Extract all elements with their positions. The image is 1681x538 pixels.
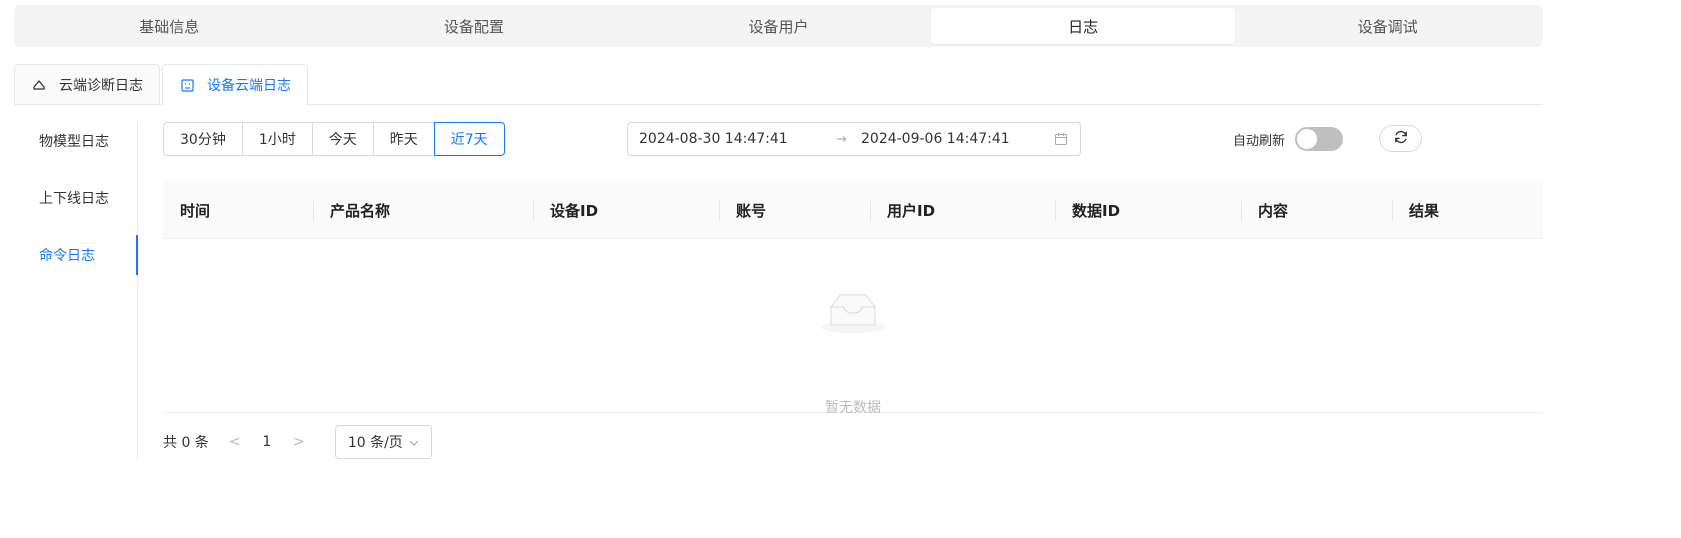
column-divider [313, 201, 314, 221]
auto-refresh-toggle[interactable] [1295, 127, 1343, 151]
auto-refresh-label: 自动刷新 [1233, 134, 1286, 149]
column-divider [533, 201, 534, 221]
total-count: 共 0 条 [163, 435, 209, 451]
tab-basic-info[interactable]: 基础信息 [17, 8, 322, 44]
next-page-button[interactable]: > [283, 434, 315, 450]
tab-device-cloud-log[interactable]: 设备云端日志 [162, 64, 308, 106]
refresh-button[interactable] [1379, 125, 1422, 152]
range-30min-button[interactable]: 30分钟 [163, 122, 243, 156]
column-header-device-id: 设备ID [550, 202, 599, 220]
chevron-down-icon [409, 436, 419, 449]
range-yesterday-button[interactable]: 昨天 [372, 122, 435, 156]
side-item-thing-model-log[interactable]: 物模型日志 [14, 121, 137, 161]
column-header-account: 账号 [736, 202, 767, 220]
date-start-input[interactable]: 2024-08-30 14:47:41 [639, 131, 788, 147]
range-today-button[interactable]: 今天 [311, 122, 374, 156]
tab-device-users[interactable]: 设备用户 [626, 8, 931, 44]
time-range-group: 30分钟 1小时 今天 昨天 近7天 [163, 122, 505, 156]
side-item-online-offline-log[interactable]: 上下线日志 [14, 178, 137, 218]
column-header-data-id: 数据ID [1072, 202, 1121, 220]
range-1hour-button[interactable]: 1小时 [241, 122, 313, 156]
pagination: 共 0 条 < 1 > 10 条/页 [163, 425, 432, 459]
table-header: 时间 产品名称 设备ID 账号 用户ID 数据ID 内容 结果 [163, 182, 1543, 239]
date-range-picker[interactable]: 2024-08-30 14:47:41 → 2024-09-06 14:47:4… [627, 122, 1081, 156]
tab-label: 云端诊断日志 [59, 77, 143, 94]
column-divider [719, 201, 720, 221]
side-item-command-log[interactable]: 命令日志 [14, 235, 138, 275]
column-divider [1241, 201, 1242, 221]
empty-text: 暂无数据 [825, 400, 881, 416]
refresh-icon [1393, 129, 1409, 149]
column-header-user-id: 用户ID [887, 202, 936, 220]
tab-logs[interactable]: 日志 [930, 8, 1236, 44]
arrow-right-icon: → [836, 131, 847, 147]
column-header-content: 内容 [1258, 202, 1289, 220]
column-divider [1055, 201, 1056, 221]
column-header-time: 时间 [180, 202, 211, 220]
date-end-input[interactable]: 2024-09-06 14:47:41 [861, 131, 1010, 147]
empty-inbox-icon [818, 287, 888, 335]
page-size-select[interactable]: 10 条/页 [334, 425, 432, 459]
column-divider [870, 201, 871, 221]
log-side-menu: 物模型日志 上下线日志 命令日志 [14, 121, 138, 459]
tab-device-debug[interactable]: 设备调试 [1235, 8, 1540, 44]
tab-label: 设备云端日志 [207, 78, 291, 94]
tab-device-config[interactable]: 设备配置 [322, 8, 627, 44]
calendar-icon [1054, 132, 1068, 146]
page-number[interactable]: 1 [251, 434, 283, 450]
table-body: 暂无数据 [163, 239, 1543, 416]
page-size-value: 10 条/页 [347, 435, 403, 451]
toggle-knob [1297, 129, 1317, 149]
tab-cloud-diagnostic-log[interactable]: 云端诊断日志 [14, 64, 160, 105]
log-type-tabs: 云端诊断日志 设备云端日志 [14, 64, 1543, 106]
cloud-icon [31, 77, 47, 93]
column-divider [1392, 201, 1393, 221]
top-tab-bar: 基础信息 设备配置 设备用户 日志 设备调试 [14, 5, 1543, 47]
prev-page-button[interactable]: < [219, 434, 251, 450]
column-header-product-name: 产品名称 [330, 202, 391, 220]
range-7days-button[interactable]: 近7天 [433, 122, 505, 156]
column-header-result: 结果 [1409, 202, 1440, 220]
command-log-table: 时间 产品名称 设备ID 账号 用户ID 数据ID 内容 结果 暂无数据 [163, 182, 1543, 416]
device-icon [179, 77, 195, 93]
